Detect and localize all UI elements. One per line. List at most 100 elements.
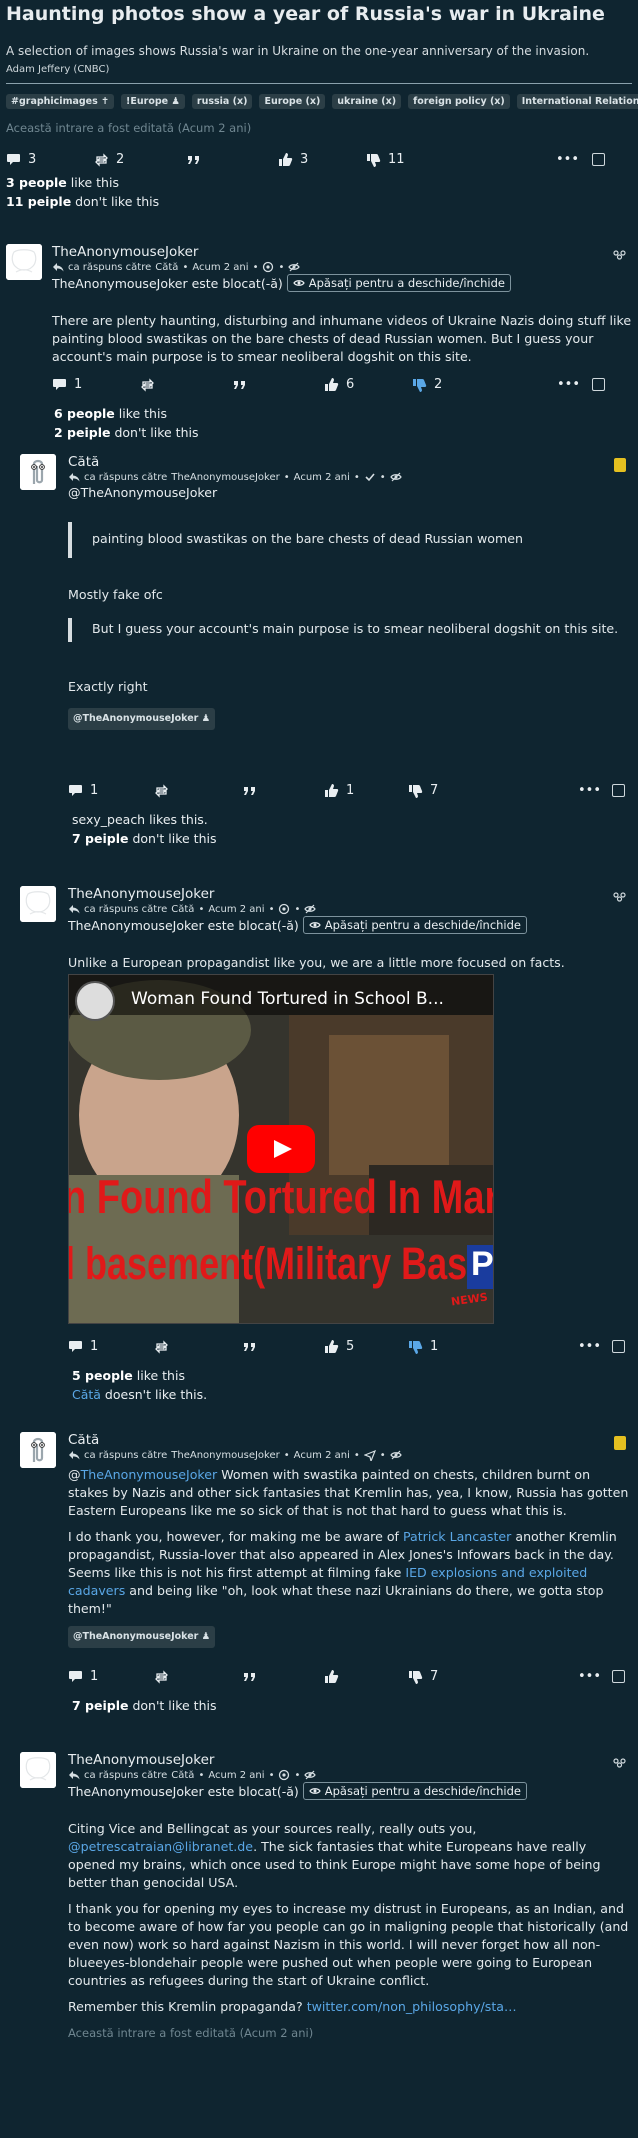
timestamp[interactable]: Acum 2 ani [208,904,264,915]
author-name[interactable]: TheAnonymouseJoker [68,1752,632,1768]
reply-target[interactable]: Cătă [171,1770,194,1781]
like-button[interactable]: 6 [324,377,412,392]
comment-button[interactable]: 3 [6,152,94,167]
likes-summary[interactable]: 3 people like this [6,173,632,192]
select-checkbox[interactable] [612,1669,625,1683]
more-button[interactable]: ••• [557,377,592,392]
mention[interactable]: @TheAnonymouseJoker [68,485,632,500]
boost-button[interactable] [140,377,232,392]
boost-button[interactable]: 2 [94,152,186,167]
dislikes-summary[interactable]: 7 peiple don't like this [72,1696,217,1715]
like-button[interactable]: 5 [324,1339,408,1354]
boost-button[interactable] [154,783,242,798]
likes-summary[interactable]: 5 people like this [72,1366,207,1385]
comment-actions: 1 1 7 ••• [68,778,632,802]
tag-europe[interactable]: Europe (x) [259,94,326,109]
reply-target[interactable]: Cătă [155,262,178,273]
comment-button[interactable]: 1 [68,1339,154,1354]
author-name[interactable]: Cătă [68,454,632,470]
select-checkbox[interactable] [612,1339,625,1353]
avatar[interactable] [20,454,56,490]
link-patrick-lancaster[interactable]: Patrick Lancaster [403,1529,511,1544]
mention-tag[interactable]: @TheAnonymouseJoker ♟ [68,708,216,730]
visibility-icon [288,262,300,272]
boost-button[interactable] [154,1339,242,1354]
comment-meta: ca răspuns către Cătă • Acum 2 ani • • [68,1769,632,1781]
tag-graphicimages[interactable]: #graphicimages ✝ [6,94,115,109]
comment-button[interactable]: 1 [52,377,140,392]
mention-link[interactable]: @petrescatraian@libranet.de [68,1839,253,1854]
reply-target[interactable]: TheAnonymouseJoker [171,1450,279,1461]
boost-button[interactable] [154,1669,242,1684]
timestamp[interactable]: Acum 2 ani [192,262,248,273]
comment-icon [69,1670,82,1682]
more-button[interactable]: ••• [578,1669,612,1684]
timestamp[interactable]: Acum 2 ani [294,472,350,483]
timestamp[interactable]: Acum 2 ani [294,1450,350,1461]
dislike-button[interactable]: 7 [408,783,578,798]
like-button[interactable]: 3 [278,152,366,167]
comment-button[interactable]: 1 [68,1669,154,1684]
dislike-button[interactable]: 1 [408,1339,578,1354]
like-icon [279,152,293,166]
tag-europe-group[interactable]: !Europe ♟ [121,94,185,109]
tag-russia[interactable]: russia (x) [191,94,253,109]
dislikes-summary[interactable]: 2 peiple don't like this [54,423,199,442]
more-button[interactable]: ••• [556,152,592,167]
toggle-button[interactable]: Apăsați pentru a deschide/închide [286,274,511,292]
post-actions: 3 2 3 11 ••• [6,147,632,171]
reply-target[interactable]: TheAnonymouseJoker [171,472,279,483]
avatar[interactable] [6,244,42,280]
likes-summary[interactable]: 6 people like this [54,404,199,423]
comment-meta: ca răspuns către Cătă • Acum 2 ani • • [68,903,632,915]
tag-foreign-policy[interactable]: foreign policy (x) [408,94,510,109]
author-name[interactable]: TheAnonymouseJoker [68,886,632,902]
like-button[interactable] [324,1669,408,1684]
dislike-count: 11 [388,151,405,167]
quote-button[interactable] [242,1669,324,1684]
dislike-button[interactable]: 7 [408,1669,578,1684]
twitter-link[interactable]: twitter.com/non_philosophy/sta… [307,1999,517,2014]
more-button[interactable]: ••• [578,783,612,798]
comment-button[interactable]: 1 [68,783,154,798]
quote-button[interactable] [186,152,278,167]
news-logo: P [467,1245,493,1289]
more-button[interactable]: ••• [578,1339,612,1354]
select-checkbox[interactable] [592,377,605,391]
toggle-button[interactable]: Apăsați pentru a deschide/închide [302,916,527,934]
timestamp[interactable]: Acum 2 ani [208,1770,264,1781]
avatar[interactable] [20,886,56,922]
quote-button[interactable] [242,783,324,798]
author-name[interactable]: Cătă [68,1432,632,1448]
comment-4: Cătă ca răspuns către TheAnonymouseJoker •… [20,1432,632,1752]
play-button[interactable] [247,1125,315,1173]
dislikes-summary[interactable]: 11 peiple don't like this [6,192,632,211]
like-icon [325,377,339,391]
avatar[interactable] [20,1752,56,1788]
visibility-icon [304,1770,316,1780]
comment-meta: ca răspuns către TheAnonymouseJoker • Acum … [68,471,632,483]
select-checkbox[interactable] [612,783,625,797]
select-checkbox[interactable] [592,152,605,166]
mention-tag[interactable]: @TheAnonymouseJoker ♟ [68,1626,216,1648]
author-name[interactable]: TheAnonymouseJoker [52,244,632,260]
dislike-button[interactable]: 2 [412,377,557,392]
tag-ukraine[interactable]: ukraine (x) [332,94,402,109]
quote-button[interactable] [232,377,324,392]
video-embed[interactable]: Woman Found Tortured in School B... n Fo… [68,974,494,1324]
tag-international-relations[interactable]: International Relations (x) [516,94,638,109]
visibility-icon [304,904,316,914]
dislike-button[interactable]: 11 [366,152,556,167]
like-button[interactable]: 1 [324,783,408,798]
dislikes-summary[interactable]: Cătă doesn't like this. [72,1385,207,1404]
reply-target[interactable]: Cătă [171,904,194,915]
avatar[interactable] [20,1432,56,1468]
quote-button[interactable] [242,1339,324,1354]
dislike-icon [413,378,427,392]
mention-link[interactable]: TheAnonymouseJoker [81,1467,218,1482]
comment-meta: ca răspuns către TheAnonymouseJoker • Acum … [68,1449,632,1461]
toggle-button[interactable]: Apăsați pentru a deschide/închide [302,1782,527,1800]
dislikes-summary[interactable]: 7 peiple don't like this [72,829,217,848]
likes-summary[interactable]: sexy_peach likes this. [72,810,217,829]
like-count: 3 [300,151,309,167]
